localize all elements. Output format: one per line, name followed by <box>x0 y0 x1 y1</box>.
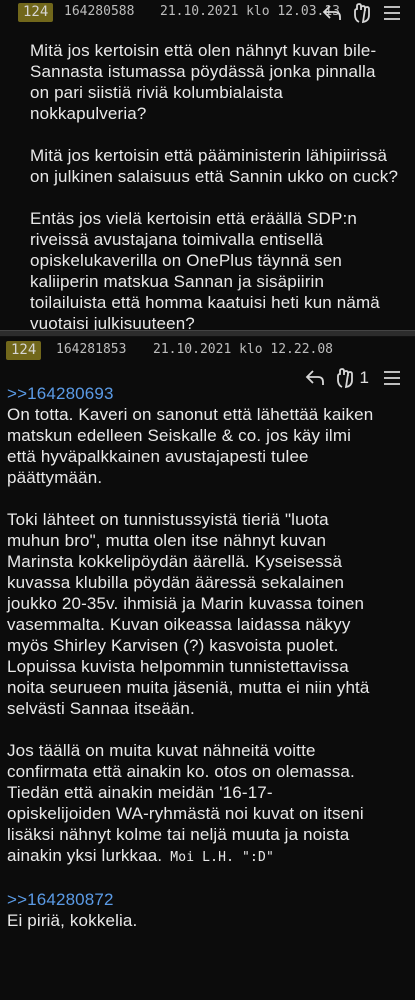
reply-count-badge: 124 <box>6 341 42 360</box>
post-paragraph: Toki lähteet on tunnistussyistä tieriä "… <box>7 510 370 718</box>
post-toolbar <box>317 0 407 26</box>
post-paragraph: On totta. Kaveri on sanonut että lähettä… <box>7 405 374 487</box>
post-paragraph: Mitä jos kertoisin että pääministerin lä… <box>30 146 399 186</box>
post-number[interactable]: 164280588 <box>64 4 134 19</box>
post-164280588: 124 164280588 21.10.2021 klo 12.03.13 Mi… <box>0 0 415 333</box>
menu-icon[interactable] <box>377 0 407 26</box>
post-paragraph: Mitä jos kertoisin että olen nähnyt kuva… <box>30 41 377 123</box>
quote-link[interactable]: >>164280693 <box>7 383 412 404</box>
post-164281853: 124 164281853 21.10.2021 klo 12.22.08 1 … <box>0 337 415 1000</box>
reply-count-badge: 124 <box>18 3 54 22</box>
post-body: >>164280693 On totta. Kaveri on sanonut … <box>7 383 412 931</box>
post-paragraph: Jos täällä on muita kuvat nähneitä voitt… <box>7 740 412 868</box>
post-header: 124 164281853 21.10.2021 klo 12.22.08 <box>0 337 415 365</box>
quote-link[interactable]: >>164280872 <box>7 889 412 910</box>
post-date: 21.10.2021 klo 12.22.08 <box>153 342 334 357</box>
post-date: 21.10.2021 klo 12.03.13 <box>160 4 341 19</box>
post-body: Mitä jos kertoisin että olen nähnyt kuva… <box>30 40 405 355</box>
reply-icon[interactable] <box>317 0 347 26</box>
post-header: 124 164280588 21.10.2021 klo 12.03.13 <box>0 0 415 28</box>
small-text: Moi L.H. ":D" <box>162 850 274 865</box>
post-paragraph: Entäs jos vielä kertoisin että eräällä S… <box>30 209 380 333</box>
post-final-line: Ei piriä, kokkelia. <box>7 911 138 930</box>
post-divider <box>0 330 415 337</box>
like-hand-icon[interactable] <box>347 0 377 26</box>
last-line: ainakin yksi lurkkaa. Moi L.H. ":D" <box>7 846 274 865</box>
post-number[interactable]: 164281853 <box>56 342 126 357</box>
